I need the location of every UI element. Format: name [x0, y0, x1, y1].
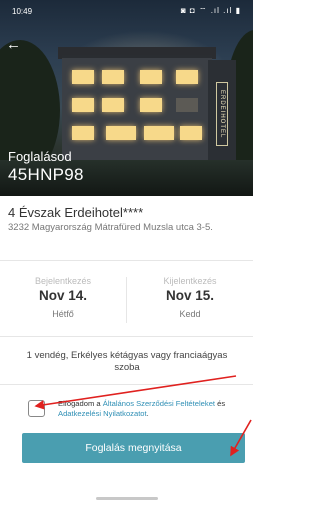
status-icons: ◙ ◘ ⌔ .ıl .ıl ▮ [180, 6, 241, 15]
booking-code: 45HNP98 [8, 165, 84, 184]
window [176, 70, 198, 84]
window [140, 70, 162, 84]
window [72, 70, 94, 84]
checkin-label: Bejelentkezés [34, 276, 92, 286]
arrow-left-icon[interactable]: ← [6, 37, 21, 52]
status-bar: 10:49 ◙ ◘ ⌔ .ıl .ıl ▮ [0, 0, 253, 22]
terms-text: Elfogadom a Általános Szerződési Feltéte… [58, 399, 248, 419]
open-booking-button[interactable]: Foglalás megnyitása [22, 433, 245, 463]
booking-label: Foglalásod [8, 149, 72, 164]
window [176, 98, 198, 112]
terms-middle: és [215, 399, 226, 408]
checkin: Bejelentkezés Nov 14. Hétfő [0, 276, 126, 319]
divider [0, 384, 253, 385]
checkout-date: Nov 15. [165, 288, 215, 303]
terms-suffix: . [146, 409, 149, 418]
checkin-weekday: Hétfő [52, 309, 74, 319]
status-time: 10:49 [12, 7, 33, 16]
divider [0, 336, 253, 337]
hotel-name: 4 Évszak Erdeihotel**** [8, 205, 144, 220]
date-divider [126, 277, 127, 323]
privacy-link[interactable]: Adatkezelési Nyilatkozatot [58, 409, 147, 418]
window [180, 126, 202, 140]
terms-checkbox[interactable] [28, 400, 45, 417]
checkout-label: Kijelentkezés [163, 276, 217, 286]
home-indicator [96, 497, 158, 500]
checkout-weekday: Kedd [179, 309, 201, 319]
hotel-sign: ERDEIHOTEL [216, 82, 228, 146]
window [102, 98, 124, 112]
window [72, 126, 94, 140]
window [102, 70, 124, 84]
checkin-date: Nov 14. [38, 288, 88, 303]
window [106, 126, 136, 140]
divider [0, 260, 253, 261]
booking-screen: ERDEIHOTEL 10:49 ◙ ◘ ⌔ .ıl .ıl ▮ ← Fogla… [0, 0, 253, 511]
window [72, 98, 94, 112]
terms-link[interactable]: Általános Szerződési Feltételeket [103, 399, 215, 408]
checkout: Kijelentkezés Nov 15. Kedd [127, 276, 253, 319]
hotel-address: 3232 Magyarország Mátrafüred Muzsla utca… [8, 222, 213, 233]
room-description: 1 vendég, Erkélyes kétágyas vagy francia… [26, 350, 228, 373]
terms-prefix: Elfogadom a [58, 399, 103, 408]
window [144, 126, 174, 140]
window [140, 98, 162, 112]
